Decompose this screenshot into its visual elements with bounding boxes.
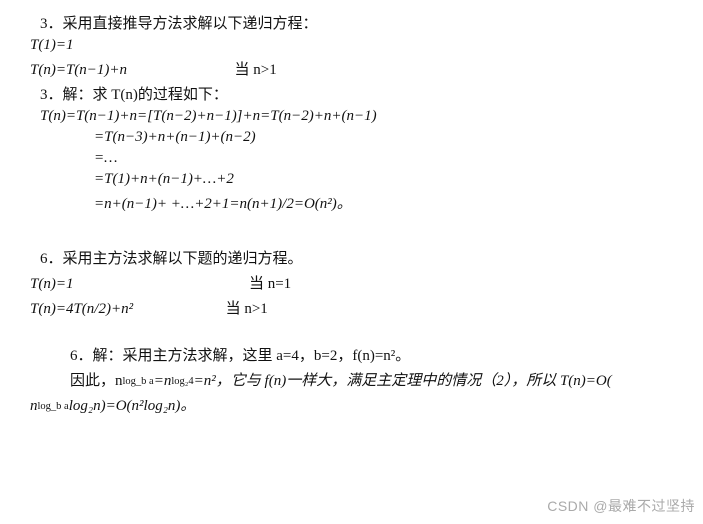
p3-step3: =… xyxy=(94,150,673,167)
math-text: =T(n−3)+n+(n−1)+(n−2) xyxy=(94,129,256,145)
math-text: =n+(n−1)+ +…+2+1=n(n+1)/2=O(n²)。 xyxy=(94,196,352,212)
p3-step2: =T(n−3)+n+(n−1)+(n−2) xyxy=(94,129,673,146)
exponent-stack: log₂4 xyxy=(171,377,193,386)
watermark: CSDN @最难不过坚持 xyxy=(547,496,695,516)
exponent-text: log_b a xyxy=(123,377,154,386)
section-gap xyxy=(30,217,673,243)
math-text: T(n)=T(n−1)+n xyxy=(30,62,127,78)
p3-eq1: T(1)=1 xyxy=(30,37,673,54)
spacer xyxy=(30,322,673,340)
p3-heading: 3．采用直接推导方法求解以下递归方程： xyxy=(40,12,673,33)
exponent-text: log₂4 xyxy=(171,377,193,386)
condition-text: 当 n>1 xyxy=(226,301,268,317)
math-text: T(n)=1 xyxy=(30,276,73,292)
text: log₂n)=O(n²log₂n)。 xyxy=(69,398,196,414)
p6-line3: nlog_b alog₂n)=O(n²log₂n)。 xyxy=(30,394,673,415)
math-text: T(n)=4T(n/2)+n² xyxy=(30,301,133,317)
math-text: =… xyxy=(94,150,117,166)
p6-solution-heading: 6．解：采用主方法求解，这里 a=4，b=2，f(n)=n²。 xyxy=(70,344,673,365)
text: 因此，n xyxy=(70,373,123,389)
text: =n xyxy=(154,373,172,389)
exponent-stack: log_b a xyxy=(123,377,154,386)
p3-eq2: T(n)=T(n−1)+n 当 n>1 xyxy=(30,58,673,79)
exponent-text: log_b a xyxy=(38,402,69,411)
p6-eq1: T(n)=1 当 n=1 xyxy=(30,272,673,293)
p6-eq2: T(n)=4T(n/2)+n² 当 n>1 xyxy=(30,297,673,318)
p3-step4: =T(1)+n+(n−1)+…+2 xyxy=(94,171,673,188)
document-page: 3．采用直接推导方法求解以下递归方程： T(1)=1 T(n)=T(n−1)+n… xyxy=(0,0,703,415)
math-text: =T(1)+n+(n−1)+…+2 xyxy=(94,171,234,187)
math-text: T(n)=T(n−1)+n=[T(n−2)+n−1)]+n=T(n−2)+n+(… xyxy=(40,108,377,124)
text: n xyxy=(30,398,38,414)
math-text: T(1)=1 xyxy=(30,37,73,53)
p6-line2: 因此，nlog_b a=nlog₂4=n²，它与 f(n)一样大，满足主定理中的… xyxy=(70,369,673,390)
condition-text: 当 n>1 xyxy=(235,62,277,78)
exponent-stack: log_b a xyxy=(38,402,69,411)
text: =n²，它与 f(n)一样大，满足主定理中的情况（2），所以 T(n)=O( xyxy=(194,373,612,389)
condition-text: 当 n=1 xyxy=(249,276,291,292)
p3-step1: T(n)=T(n−1)+n=[T(n−2)+n−1)]+n=T(n−2)+n+(… xyxy=(40,108,673,125)
p3-step5: =n+(n−1)+ +…+2+1=n(n+1)/2=O(n²)。 xyxy=(94,192,673,213)
p6-heading: 6．采用主方法求解以下题的递归方程。 xyxy=(40,247,673,268)
p3-solution-heading: 3．解：求 T(n)的过程如下： xyxy=(40,83,673,104)
